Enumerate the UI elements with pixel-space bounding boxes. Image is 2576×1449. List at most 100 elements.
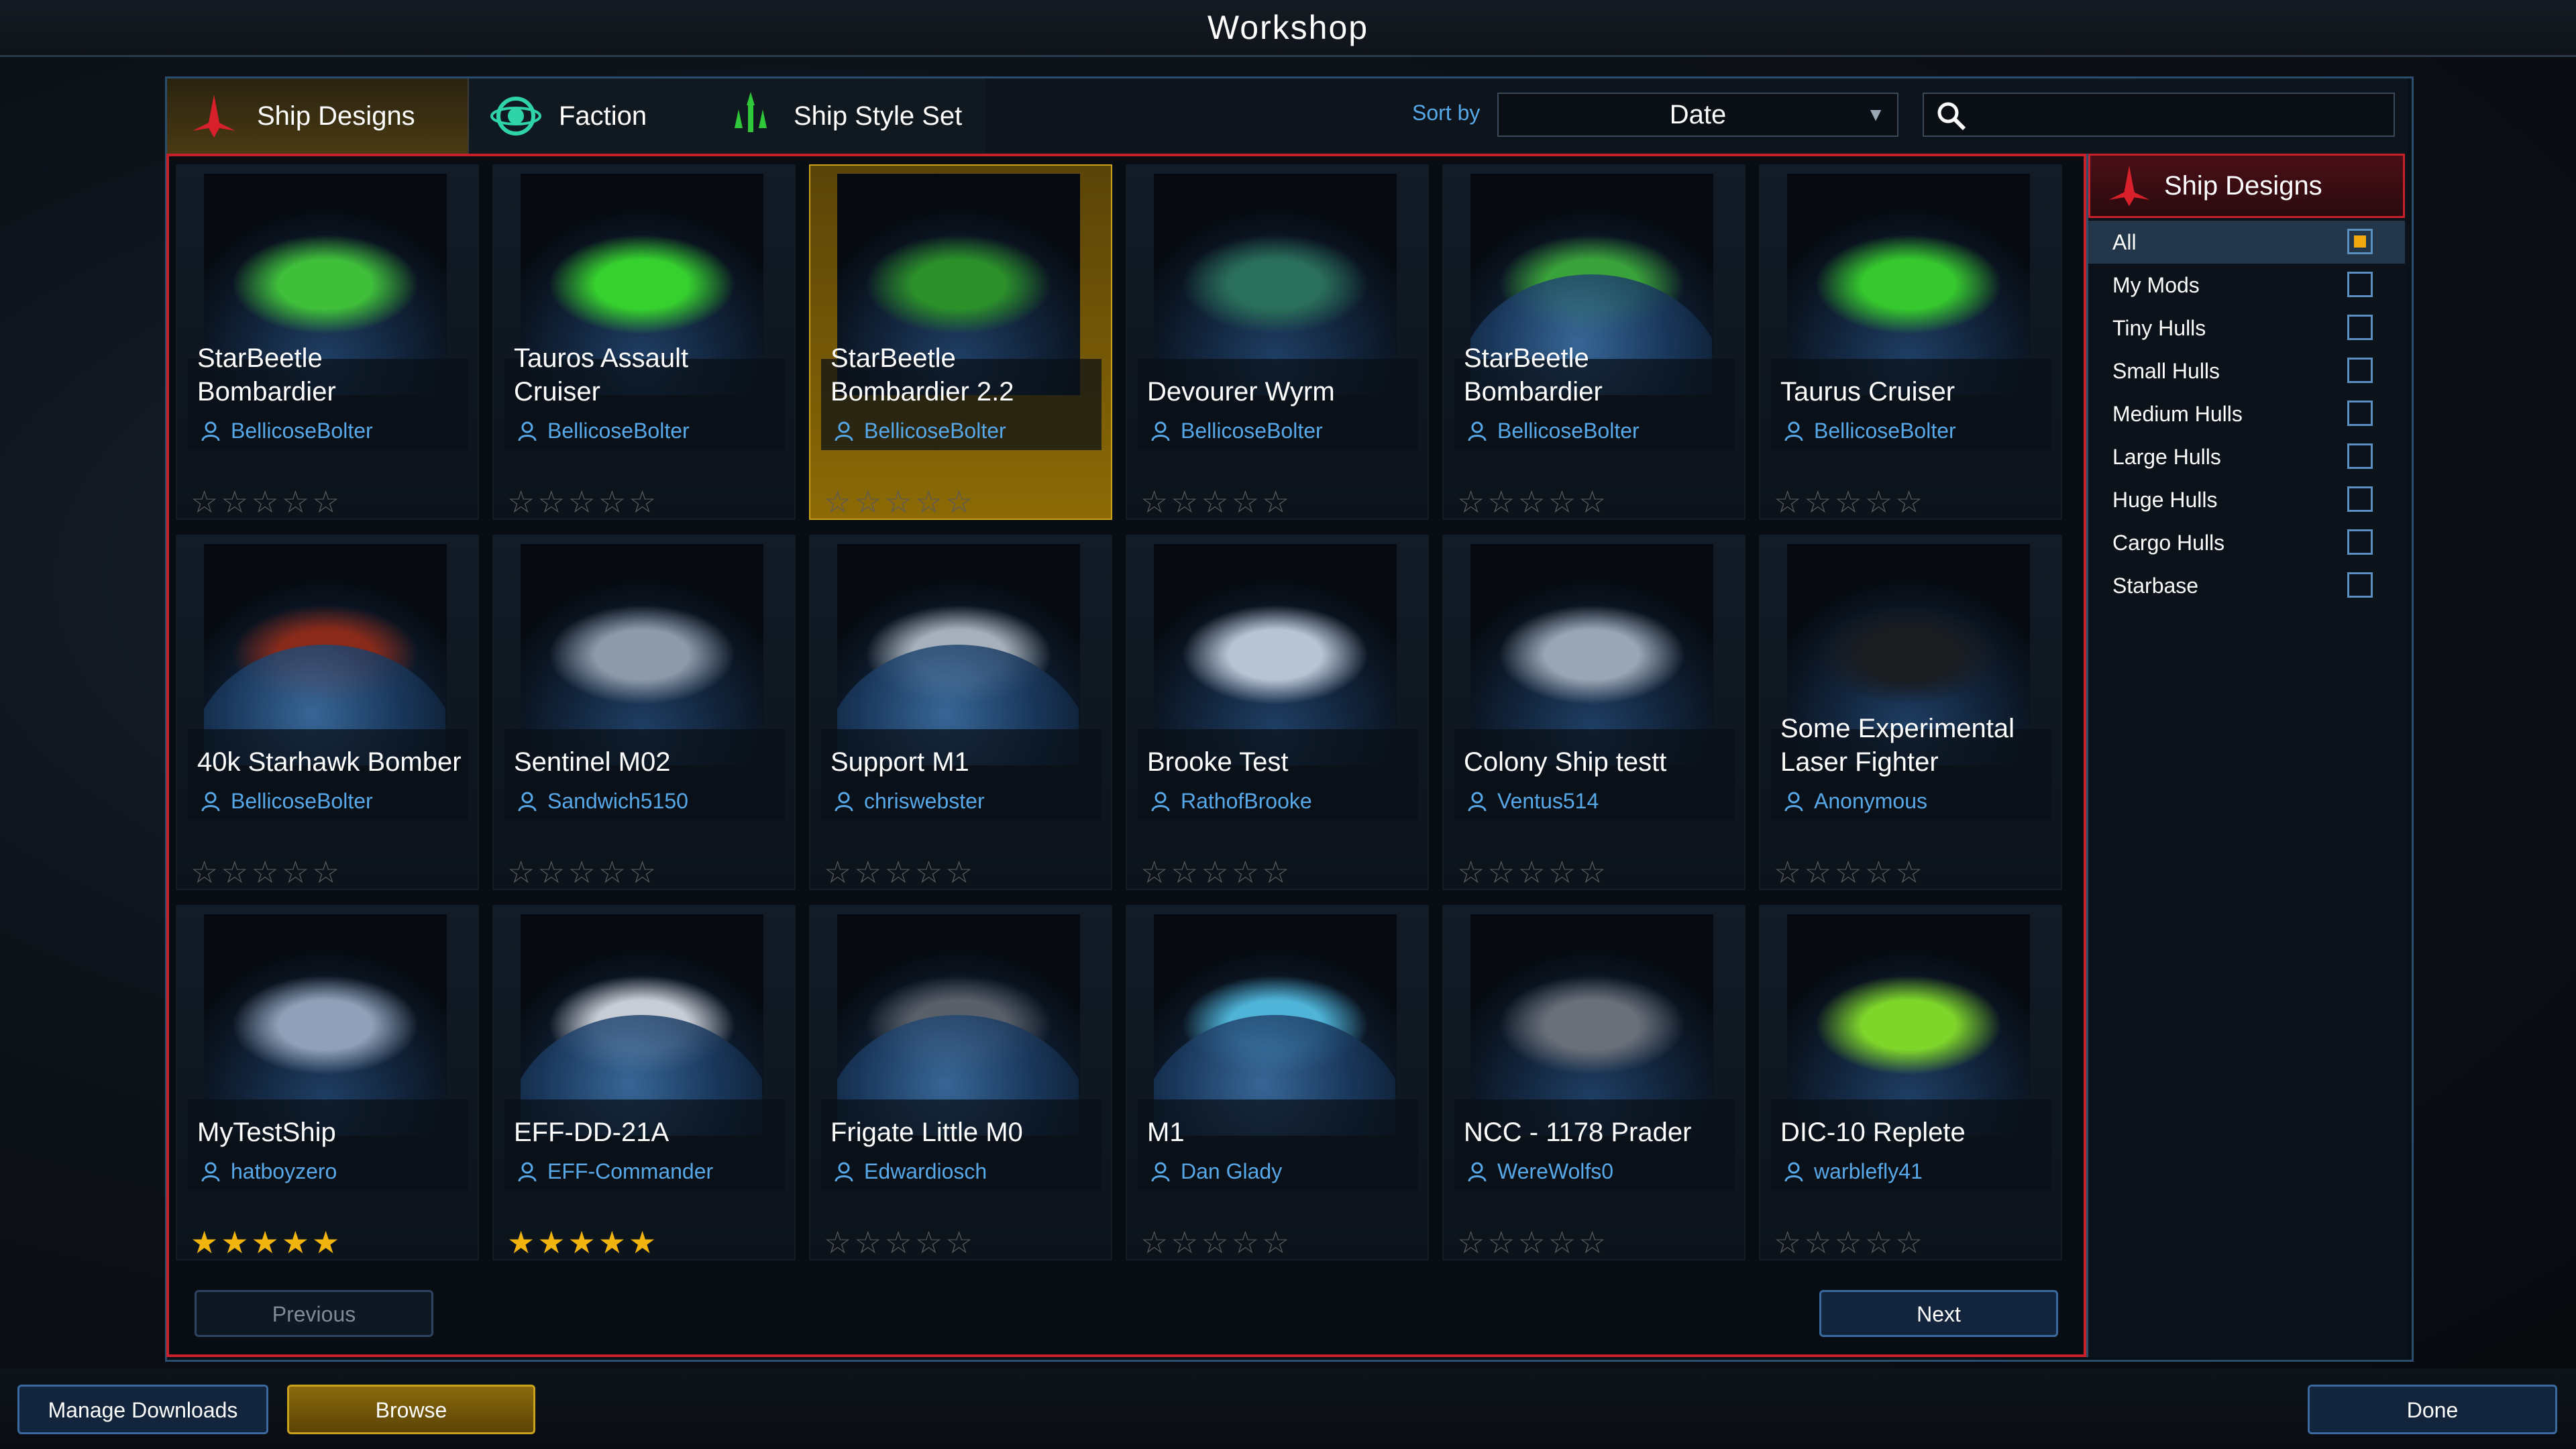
filter-item[interactable]: Starbase xyxy=(2088,564,2405,607)
star-rating[interactable]: ☆☆☆☆☆ xyxy=(1457,484,1609,520)
ship-design-card[interactable]: Devourer Wyrm BellicoseBolter ☆☆☆☆☆ xyxy=(1126,164,1429,520)
filter-checkbox[interactable] xyxy=(2347,529,2373,555)
ship-design-card[interactable]: Tauros Assault Cruiser BellicoseBolter ☆☆☆… xyxy=(492,164,796,520)
ship-design-card[interactable]: Frigate Little M0 Edwardiosch ☆☆☆☆☆ xyxy=(809,905,1112,1260)
ship-design-card[interactable]: EFF-DD-21A EFF-Commander ★★★★★ xyxy=(492,905,796,1260)
filter-item[interactable]: Huge Hulls xyxy=(2088,478,2405,521)
tab-ship-designs[interactable]: Ship Designs xyxy=(167,78,469,154)
manage-downloads-button[interactable]: Manage Downloads xyxy=(17,1385,268,1434)
ship-design-card[interactable]: Taurus Cruiser BellicoseBolter ☆☆☆☆☆ xyxy=(1759,164,2062,520)
author-link[interactable]: EFF-Commander xyxy=(518,1159,713,1184)
filter-checkbox[interactable] xyxy=(2347,229,2373,254)
filter-item[interactable]: Small Hulls xyxy=(2088,350,2405,392)
tab-label: Ship Designs xyxy=(257,101,415,131)
card-info: MyTestShip hatboyzero xyxy=(188,1099,468,1191)
author-link[interactable]: Ventus514 xyxy=(1468,789,1599,814)
star-rating[interactable]: ☆☆☆☆☆ xyxy=(1457,854,1609,890)
tab-ship-style-set[interactable]: Ship Style Set xyxy=(704,78,985,154)
star-rating[interactable]: ☆☆☆☆☆ xyxy=(1140,1224,1292,1260)
ship-design-card[interactable]: MyTestShip hatboyzero ★★★★★ xyxy=(176,905,479,1260)
author-link[interactable]: BellicoseBolter xyxy=(1468,419,1640,443)
card-info: Frigate Little M0 Edwardiosch xyxy=(821,1099,1102,1191)
ship-design-card[interactable]: StarBeetle Bombardier BellicoseBolter ☆☆☆☆… xyxy=(176,164,479,520)
author-link[interactable]: BellicoseBolter xyxy=(1784,419,1956,443)
ship-design-card[interactable]: Brooke Test RathofBrooke ☆☆☆☆☆ xyxy=(1126,535,1429,890)
star-rating[interactable]: ☆☆☆☆☆ xyxy=(191,854,342,890)
author-name: BellicoseBolter xyxy=(1497,419,1640,443)
author-link[interactable]: Dan Glady xyxy=(1151,1159,1282,1184)
ship-design-card[interactable]: StarBeetle Bombardier BellicoseBolter ☆☆☆☆… xyxy=(1442,164,1746,520)
star-rating[interactable]: ☆☆☆☆☆ xyxy=(507,484,659,520)
filter-checkbox[interactable] xyxy=(2347,486,2373,512)
done-button[interactable]: Done xyxy=(2308,1385,2557,1434)
filter-item[interactable]: Cargo Hulls xyxy=(2088,521,2405,564)
star-rating[interactable]: ☆☆☆☆☆ xyxy=(1140,484,1292,520)
author-link[interactable]: WereWolfs0 xyxy=(1468,1159,1613,1184)
author-link[interactable]: BellicoseBolter xyxy=(518,419,690,443)
ship-design-name: 40k Starhawk Bomber xyxy=(197,747,462,777)
author-name: BellicoseBolter xyxy=(864,419,1006,443)
ship-design-card[interactable]: M1 Dan Glady ☆☆☆☆☆ xyxy=(1126,905,1429,1260)
star-rating[interactable]: ☆☆☆☆☆ xyxy=(1774,854,1925,890)
author-link[interactable]: chriswebster xyxy=(835,789,985,814)
star-rating[interactable]: ☆☆☆☆☆ xyxy=(824,854,975,890)
filter-checkbox[interactable] xyxy=(2347,358,2373,383)
ship-design-name: Devourer Wyrm xyxy=(1147,377,1335,407)
tab-faction[interactable]: Faction xyxy=(469,78,704,154)
user-icon xyxy=(835,792,853,811)
author-link[interactable]: hatboyzero xyxy=(201,1159,337,1184)
author-link[interactable]: BellicoseBolter xyxy=(1151,419,1323,443)
filter-item[interactable]: Medium Hulls xyxy=(2088,392,2405,435)
author-link[interactable]: Anonymous xyxy=(1784,789,1927,814)
filter-item[interactable]: All xyxy=(2088,221,2405,264)
author-name: warblefly41 xyxy=(1814,1159,1923,1183)
author-link[interactable]: Edwardiosch xyxy=(835,1159,987,1184)
star-rating[interactable]: ☆☆☆☆☆ xyxy=(1774,1224,1925,1260)
star-rating[interactable]: ☆☆☆☆☆ xyxy=(1457,1224,1609,1260)
star-rating[interactable]: ☆☆☆☆☆ xyxy=(507,854,659,890)
filter-checkbox[interactable] xyxy=(2347,400,2373,426)
ship-design-card[interactable]: Support M1 chriswebster ☆☆☆☆☆ xyxy=(809,535,1112,890)
browse-button[interactable]: Browse xyxy=(287,1385,535,1434)
author-link[interactable]: BellicoseBolter xyxy=(201,419,373,443)
filter-checkbox[interactable] xyxy=(2347,443,2373,469)
star-rating[interactable]: ☆☆☆☆☆ xyxy=(824,1224,975,1260)
author-link[interactable]: Sandwich5150 xyxy=(518,789,688,814)
ship-design-card[interactable]: Some Experimental Laser Fighter Anonymous… xyxy=(1759,535,2062,890)
filter-label: My Mods xyxy=(2112,272,2200,297)
star-rating[interactable]: ☆☆☆☆☆ xyxy=(824,484,975,520)
tab-label: Ship Style Set xyxy=(794,101,963,131)
ship-model-image xyxy=(1498,975,1686,1075)
sort-dropdown[interactable]: Date ▼ xyxy=(1497,93,1898,137)
next-button[interactable]: Next xyxy=(1819,1290,2058,1337)
filter-label: Huge Hulls xyxy=(2112,487,2218,512)
ship-design-card[interactable]: StarBeetle Bombardier 2.2 BellicoseBolter… xyxy=(809,164,1112,520)
filter-item[interactable]: Large Hulls xyxy=(2088,435,2405,478)
star-rating[interactable]: ☆☆☆☆☆ xyxy=(1774,484,1925,520)
ship-design-name: Sentinel M02 xyxy=(514,747,671,777)
previous-button[interactable]: Previous xyxy=(195,1290,433,1337)
author-link[interactable]: RathofBrooke xyxy=(1151,789,1312,814)
star-rating[interactable]: ★★★★★ xyxy=(191,1224,342,1260)
ship-design-card[interactable]: NCC - 1178 Prader WereWolfs0 ☆☆☆☆☆ xyxy=(1442,905,1746,1260)
star-rating[interactable]: ★★★★★ xyxy=(507,1224,659,1260)
filter-checkbox[interactable] xyxy=(2347,315,2373,340)
author-name: Sandwich5150 xyxy=(547,789,688,813)
star-rating[interactable]: ☆☆☆☆☆ xyxy=(1140,854,1292,890)
author-link[interactable]: BellicoseBolter xyxy=(835,419,1006,443)
ship-design-card[interactable]: DIC-10 Replete warblefly41 ☆☆☆☆☆ xyxy=(1759,905,2062,1260)
star-rating[interactable]: ☆☆☆☆☆ xyxy=(191,484,342,520)
author-link[interactable]: BellicoseBolter xyxy=(201,789,373,814)
ship-design-card[interactable]: Colony Ship testt Ventus514 ☆☆☆☆☆ xyxy=(1442,535,1746,890)
filter-checkbox[interactable] xyxy=(2347,572,2373,598)
filter-item[interactable]: Tiny Hulls xyxy=(2088,307,2405,350)
filter-item[interactable]: My Mods xyxy=(2088,264,2405,307)
card-info: Tauros Assault Cruiser BellicoseBolter xyxy=(504,343,785,450)
card-info: StarBeetle Bombardier BellicoseBolter xyxy=(188,343,468,450)
filter-checkbox[interactable] xyxy=(2347,272,2373,297)
ship-designs-icon xyxy=(2108,165,2150,207)
ship-design-card[interactable]: 40k Starhawk Bomber BellicoseBolter ☆☆☆☆☆ xyxy=(176,535,479,890)
author-link[interactable]: warblefly41 xyxy=(1784,1159,1923,1184)
search-input[interactable] xyxy=(1923,93,2395,137)
ship-design-card[interactable]: Sentinel M02 Sandwich5150 ☆☆☆☆☆ xyxy=(492,535,796,890)
